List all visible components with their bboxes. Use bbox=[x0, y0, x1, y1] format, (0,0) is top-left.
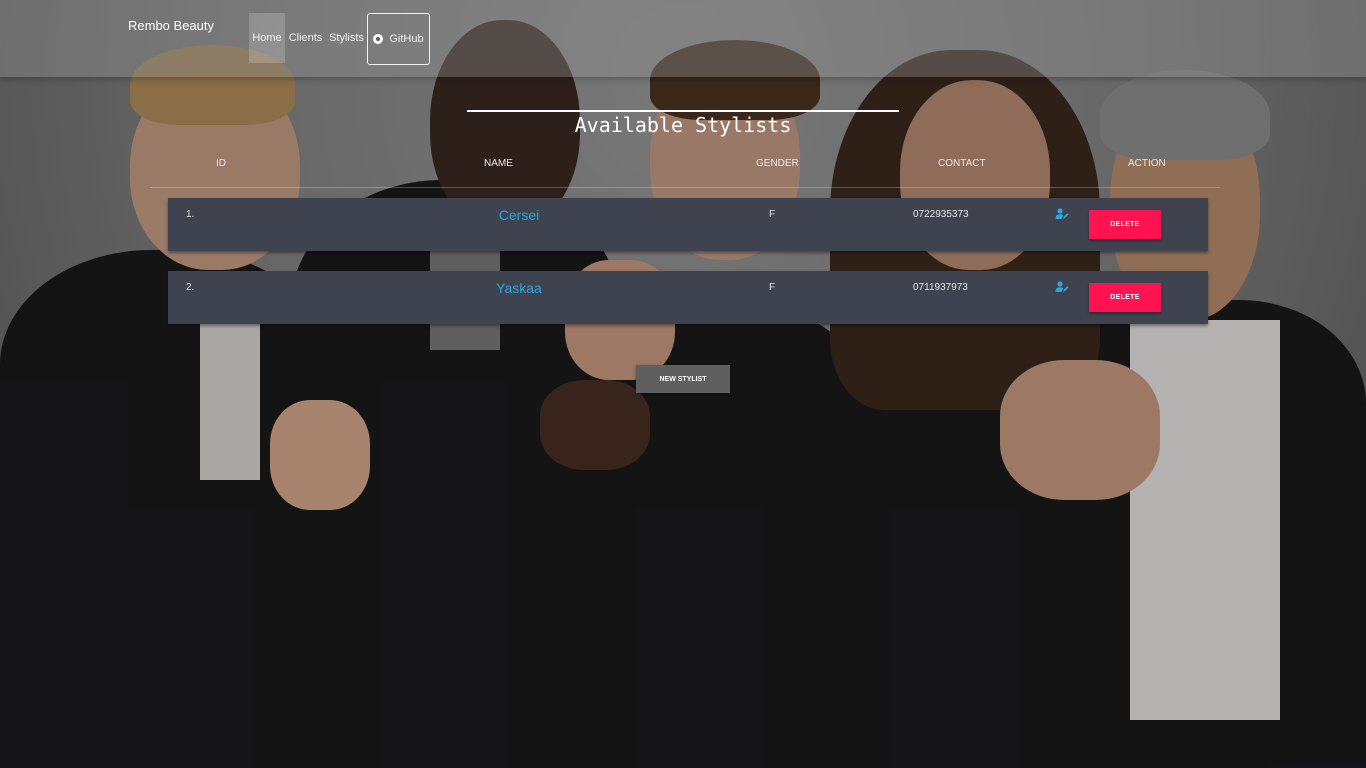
navbar: Rembo Beauty Home Clients Stylists GitHu… bbox=[0, 0, 1366, 77]
brand-link[interactable]: Rembo Beauty bbox=[128, 18, 214, 33]
column-header-action: ACTION bbox=[1128, 158, 1166, 169]
column-header-id: ID bbox=[216, 158, 226, 169]
person-edit-icon[interactable] bbox=[1055, 208, 1069, 220]
row-id: 2. bbox=[186, 282, 195, 293]
title-divider bbox=[467, 110, 899, 112]
delete-button[interactable]: DELETE bbox=[1089, 283, 1161, 312]
person-edit-icon[interactable] bbox=[1055, 281, 1069, 293]
column-header-name: NAME bbox=[484, 158, 513, 169]
new-stylist-button[interactable]: NEW STYLIST bbox=[636, 365, 730, 393]
row-contact: 0722935373 bbox=[913, 209, 969, 220]
nav-stylists[interactable]: Stylists bbox=[328, 13, 365, 63]
delete-button[interactable]: DELETE bbox=[1089, 210, 1161, 239]
row-contact: 0711937973 bbox=[913, 282, 968, 293]
row-id: 1. bbox=[186, 209, 195, 220]
nav-clients[interactable]: Clients bbox=[287, 13, 324, 63]
nav-home[interactable]: Home bbox=[249, 13, 285, 63]
stylist-name-link[interactable]: Cersei bbox=[468, 207, 570, 223]
table-header-divider bbox=[150, 187, 1220, 188]
page-title: Available Stylists bbox=[574, 113, 792, 137]
table-row: 2. Yaskaa F 0711937973 DELETE bbox=[168, 271, 1208, 324]
table-row: 1. Cersei F 0722935373 DELETE bbox=[168, 198, 1208, 251]
column-header-contact: CONTACT bbox=[938, 158, 986, 169]
nav-github-label: GitHub bbox=[389, 33, 424, 45]
row-gender: F bbox=[769, 282, 776, 293]
row-gender: F bbox=[769, 209, 776, 220]
stylist-name-link[interactable]: Yaskaa bbox=[468, 280, 570, 296]
column-header-gender: GENDER bbox=[756, 158, 799, 169]
nav-github-button[interactable]: GitHub bbox=[367, 13, 430, 65]
github-icon bbox=[373, 34, 384, 44]
